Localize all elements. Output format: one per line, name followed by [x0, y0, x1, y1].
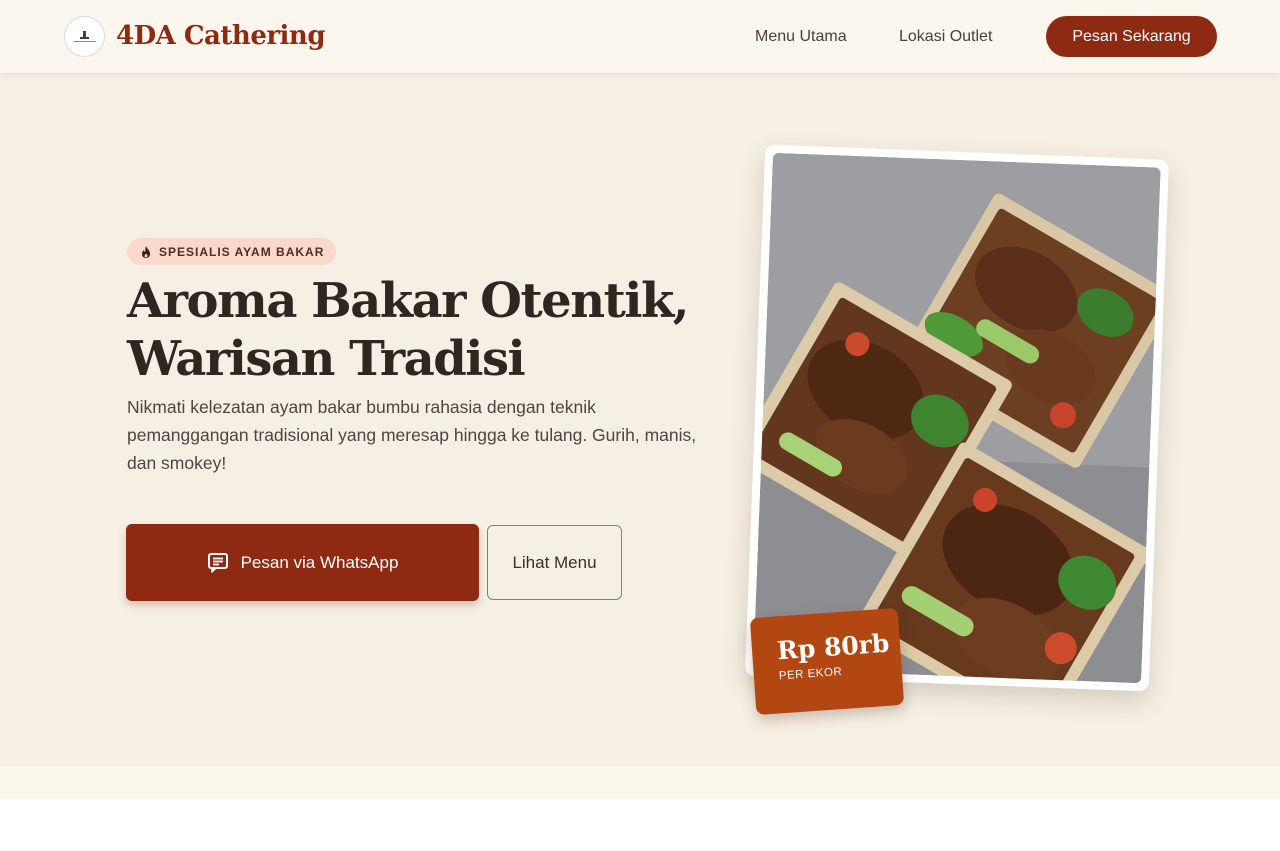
hero-title: Aroma Bakar Otentik, Warisan Tradisi [127, 272, 747, 388]
hero-title-line-1: Aroma Bakar Otentik, [127, 273, 689, 329]
price-value: Rp 80rb [776, 628, 891, 666]
badge-label: SPESIALIS AYAM BAKAR [159, 244, 325, 259]
whatsapp-order-label: Pesan via WhatsApp [240, 552, 399, 572]
order-now-button[interactable]: Pesan Sekarang [1046, 16, 1217, 57]
grilled-chicken-photo [753, 152, 1161, 684]
flame-icon [142, 245, 150, 258]
nav-link-lokasi-outlet[interactable]: Lokasi Outlet [899, 27, 992, 47]
brand-name[interactable]: 4DA Cathering [116, 19, 326, 53]
hero-description: Nikmati kelezatan ayam bakar bumbu rahas… [127, 397, 697, 473]
hero-title-line-2: Warisan Tradisi [127, 331, 526, 387]
price-tag: Rp 80rb PER EKOR [749, 607, 905, 716]
whatsapp-order-button[interactable]: Pesan via WhatsApp [126, 524, 479, 601]
view-menu-button[interactable]: Lihat Menu [487, 525, 622, 600]
section-divider [0, 767, 1280, 799]
logo-emblem-icon [73, 30, 96, 42]
brand-logo[interactable] [64, 16, 105, 57]
specialty-badge: SPESIALIS AYAM BAKAR [127, 238, 337, 265]
nav-link-menu-utama[interactable]: Menu Utama [755, 27, 847, 47]
chat-icon [207, 552, 228, 573]
top-navbar: 4DA Cathering Menu Utama Lokasi Outlet P… [0, 0, 1280, 73]
food-photo-card [744, 144, 1170, 692]
